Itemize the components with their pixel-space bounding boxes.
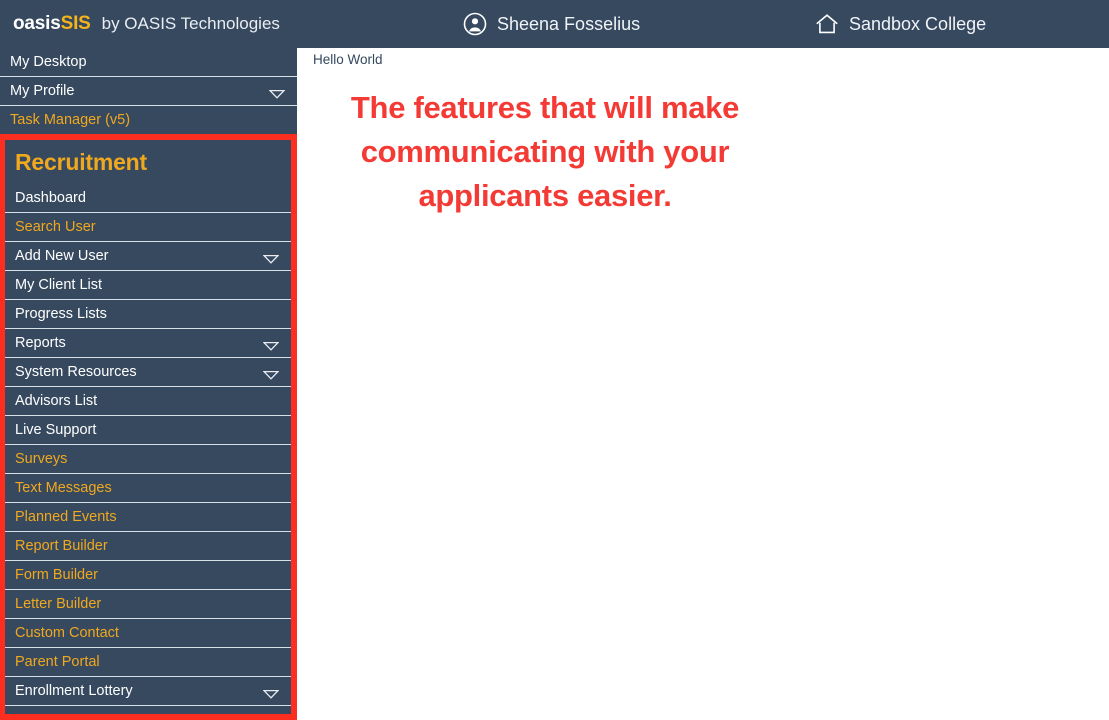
brand-primary-text: oasis [13, 13, 61, 34]
sidebar-item-add-new-user[interactable]: Add New User [5, 242, 291, 271]
sidebar-item-my-desktop[interactable]: My Desktop [0, 48, 297, 77]
nav-item-label: Enrollment Lottery [15, 682, 133, 699]
header-user-menu[interactable]: Sheena Fosselius [463, 12, 640, 36]
recruitment-section-highlight: Recruitment Dashboard Search User Add New … [0, 134, 297, 720]
nav-item-label: My Client List [15, 276, 103, 293]
nav-item-label: Surveys [15, 450, 68, 467]
brand-logo[interactable]: oasis SIS by OASIS Technologies [13, 13, 280, 35]
nav-item-label: My Profile [10, 82, 75, 99]
nav-item-label: Progress Lists [15, 305, 107, 322]
chevron-down-icon[interactable] [262, 367, 280, 380]
nav-item-label: Form Builder [15, 566, 98, 583]
app-root: oasis SIS by OASIS Technologies Sheena Fo… [0, 0, 1109, 720]
nav-item-label: Report Builder [15, 537, 108, 554]
sidebar-item-letter-builder[interactable]: Letter Builder [5, 590, 291, 619]
sidebar-item-report-builder[interactable]: Report Builder [5, 532, 291, 561]
breadcrumb: Hello World [313, 52, 383, 67]
left-sidebar: My Desktop My Profile Task Manager (v5) Re… [0, 48, 297, 720]
nav-item-label: Advisors List [15, 392, 98, 409]
brand-tagline: by OASIS Technologies [101, 14, 280, 33]
recruitment-section-heading: Recruitment [5, 140, 291, 184]
sidebar-item-parent-portal[interactable]: Parent Portal [5, 648, 291, 677]
sidebar-item-live-support[interactable]: Live Support [5, 416, 291, 445]
sidebar-item-enrollment-lottery[interactable]: Enrollment Lottery [5, 677, 291, 706]
nav-item-label: Live Support [15, 421, 97, 438]
nav-item-label: Add New User [15, 247, 109, 264]
main-content-area: Hello World The features that will make … [303, 48, 1109, 720]
chevron-down-icon[interactable] [268, 86, 286, 99]
page-headline: The features that will make communicatin… [350, 90, 740, 214]
top-header-bar: oasis SIS by OASIS Technologies Sheena Fo… [0, 0, 1109, 48]
chevron-down-icon[interactable] [262, 686, 280, 699]
nav-item-label: Custom Contact [15, 624, 119, 641]
nav-item-label: My Desktop [10, 53, 87, 70]
sidebar-item-progress-lists[interactable]: Progress Lists [5, 300, 291, 329]
nav-item-label: System Resources [15, 363, 137, 380]
sidebar-item-reports[interactable]: Reports [5, 329, 291, 358]
sidebar-item-planned-events[interactable]: Planned Events [5, 503, 291, 532]
sidebar-item-custom-contact[interactable]: Custom Contact [5, 619, 291, 648]
nav-item-label: Search User [15, 218, 96, 235]
user-circle-icon [463, 12, 487, 36]
sidebar-item-dashboard[interactable]: Dashboard [5, 184, 291, 213]
sidebar-item-system-resources[interactable]: System Resources [5, 358, 291, 387]
sidebar-item-task-manager-v5[interactable]: Task Manager (v5) [0, 106, 297, 135]
header-user-name: Sheena Fosselius [497, 13, 641, 34]
nav-item-label: Task Manager (v5) [10, 111, 131, 128]
recruitment-nav-list: Dashboard Search User Add New User My Clien… [5, 184, 291, 706]
sidebar-item-search-user[interactable]: Search User [5, 213, 291, 242]
header-school-menu[interactable]: Sandbox College [815, 13, 986, 35]
chevron-down-icon[interactable] [262, 251, 280, 264]
recruitment-heading-label: Recruitment [15, 148, 147, 175]
nav-item-label: Parent Portal [15, 653, 100, 670]
nav-item-label: Planned Events [15, 508, 117, 525]
chevron-down-icon[interactable] [262, 338, 280, 351]
sidebar-item-form-builder[interactable]: Form Builder [5, 561, 291, 590]
sidebar-top-nav: My Desktop My Profile Task Manager (v5) [0, 48, 297, 135]
sidebar-item-my-profile[interactable]: My Profile [0, 77, 297, 106]
nav-item-label: Letter Builder [15, 595, 102, 612]
sidebar-item-text-messages[interactable]: Text Messages [5, 474, 291, 503]
brand-accent-text: SIS [60, 13, 91, 34]
sidebar-item-my-client-list[interactable]: My Client List [5, 271, 291, 300]
nav-item-label: Reports [15, 334, 66, 351]
sidebar-item-surveys[interactable]: Surveys [5, 445, 291, 474]
home-icon [815, 13, 839, 35]
header-school-name: Sandbox College [849, 13, 987, 34]
sidebar-item-advisors-list[interactable]: Advisors List [5, 387, 291, 416]
nav-item-label: Dashboard [15, 189, 86, 206]
nav-item-label: Text Messages [15, 479, 112, 496]
